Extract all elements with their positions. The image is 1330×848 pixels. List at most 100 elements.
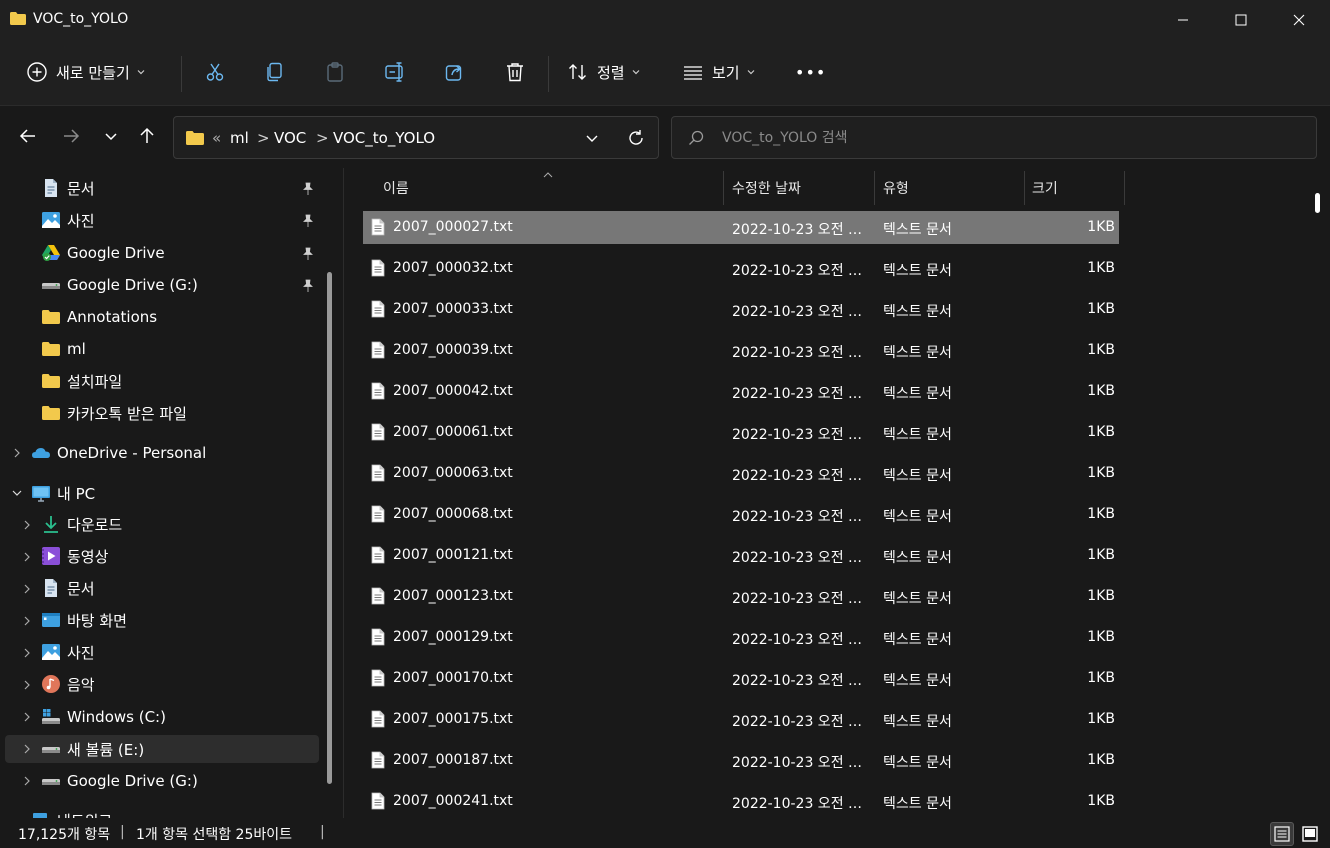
pin-icon[interactable] <box>301 247 315 261</box>
file-date: 2022-10-23 오전 1... <box>732 796 868 812</box>
chevron-right-icon[interactable] <box>21 519 33 531</box>
maximize-button[interactable] <box>1212 0 1270 40</box>
sort-button[interactable]: 정렬 <box>567 52 641 92</box>
back-button[interactable] <box>16 124 40 148</box>
cut-button[interactable] <box>204 52 226 92</box>
large-icons-view-button[interactable] <box>1298 822 1322 846</box>
rename-button[interactable] <box>384 52 406 92</box>
chevron-down-icon <box>632 70 640 75</box>
sidebar-item-google-drive[interactable]: Google Drive <box>41 239 165 267</box>
file-row[interactable]: 2007_000033.txt 2022-10-23 오전 1... 텍스트 문서 1… <box>363 293 1119 326</box>
file-row[interactable]: 2007_000129.txt 2022-10-23 오전 1... 텍스트 문서 1… <box>363 621 1119 654</box>
sidebar-item-kakaotalk-files[interactable]: 카카오톡 받은 파일 <box>41 399 187 427</box>
column-header-date[interactable]: 수정한 날짜 <box>732 171 801 205</box>
file-row[interactable]: 2007_000063.txt 2022-10-23 오전 1... 텍스트 문서 1… <box>363 457 1119 490</box>
file-type: 텍스트 문서 <box>883 468 952 484</box>
column-divider[interactable] <box>1024 171 1025 205</box>
sidebar-item-downloads[interactable]: 다운로드 <box>41 510 122 538</box>
file-row[interactable]: 2007_000068.txt 2022-10-23 오전 1... 텍스트 문서 1… <box>363 498 1119 531</box>
breadcrumb-voc[interactable]: VOC <box>274 129 306 147</box>
file-row[interactable]: 2007_000027.txt 2022-10-23 오전 1... 텍스트 문서 1… <box>363 211 1119 244</box>
sidebar-item-music[interactable]: 음악 <box>41 670 95 698</box>
breadcrumb-overflow[interactable]: « <box>212 129 221 147</box>
sidebar-item-documents[interactable]: 문서 <box>41 174 95 202</box>
sidebar-item-google-drive-g-pc[interactable]: Google Drive (G:) <box>41 767 198 795</box>
file-row[interactable]: 2007_000123.txt 2022-10-23 오전 1... 텍스트 문서 1… <box>363 580 1119 613</box>
details-view-button[interactable] <box>1270 822 1294 846</box>
file-row[interactable]: 2007_000032.txt 2022-10-23 오전 1... 텍스트 문서 1… <box>363 252 1119 285</box>
file-row[interactable]: 2007_000042.txt 2022-10-23 오전 1... 텍스트 문서 1… <box>363 375 1119 408</box>
column-header-name[interactable]: 이름 <box>383 171 409 205</box>
file-row[interactable]: 2007_000241.txt 2022-10-23 오전 1... 텍스트 문서 1… <box>363 785 1119 818</box>
new-button[interactable]: 새로 만들기 <box>26 52 146 92</box>
chevron-down-icon[interactable] <box>11 487 23 499</box>
chevron-right-icon[interactable] <box>21 743 33 755</box>
drive-icon <box>42 747 60 753</box>
sidebar-item-this-pc[interactable]: 내 PC <box>31 479 95 507</box>
sidebar-scrollbar[interactable] <box>327 272 332 784</box>
recent-locations-button[interactable] <box>99 124 123 148</box>
more-options-button[interactable]: ••• <box>795 52 826 92</box>
chevron-right-icon[interactable] <box>21 647 33 659</box>
text-file-icon <box>371 505 385 523</box>
column-divider[interactable] <box>1124 171 1125 205</box>
sidebar-item-label: 사진 <box>67 211 95 230</box>
chevron-down-icon[interactable] <box>584 130 600 146</box>
chevron-down-icon <box>137 70 145 75</box>
refresh-icon[interactable] <box>626 128 646 148</box>
delete-button[interactable] <box>504 52 526 92</box>
chevron-right-icon[interactable] <box>21 711 33 723</box>
column-header-type[interactable]: 유형 <box>883 171 909 205</box>
sidebar-item-windows-c[interactable]: Windows (C:) <box>41 703 166 731</box>
chevron-right-icon[interactable] <box>21 775 33 787</box>
search-box[interactable] <box>671 116 1317 159</box>
file-row[interactable]: 2007_000039.txt 2022-10-23 오전 1... 텍스트 문서 1… <box>363 334 1119 367</box>
sidebar-item-annotations[interactable]: Annotations <box>41 303 157 331</box>
sidebar-item-label: 설치파일 <box>67 372 123 391</box>
up-button[interactable] <box>135 124 159 148</box>
paste-button[interactable] <box>324 52 346 92</box>
pin-icon[interactable] <box>301 214 315 228</box>
chevron-right-icon[interactable] <box>21 583 33 595</box>
column-header-size[interactable]: 크기 <box>1032 171 1058 205</box>
file-row[interactable]: 2007_000187.txt 2022-10-23 오전 1... 텍스트 문서 1… <box>363 744 1119 777</box>
chevron-right-icon[interactable] <box>21 615 33 627</box>
file-name: 2007_000170.txt <box>393 670 513 686</box>
sidebar-item-onedrive[interactable]: OneDrive - Personal <box>31 439 206 467</box>
search-input[interactable] <box>722 127 1222 149</box>
file-date: 2022-10-23 오전 1... <box>732 509 868 525</box>
column-divider[interactable] <box>723 171 724 205</box>
minimize-button[interactable] <box>1154 0 1212 40</box>
breadcrumb-voc-to-yolo[interactable]: VOC_to_YOLO <box>333 129 435 147</box>
pin-icon[interactable] <box>301 182 315 196</box>
sidebar-item-desktop[interactable]: 바탕 화면 <box>41 606 127 634</box>
sidebar-item-network[interactable]: 네트워크 <box>31 806 112 818</box>
view-button[interactable]: 보기 <box>682 52 756 92</box>
sidebar-item-documents-pc[interactable]: 문서 <box>41 574 95 602</box>
download-icon <box>44 516 58 533</box>
sidebar-item-pictures[interactable]: 사진 <box>41 206 95 234</box>
sidebar-item-ml[interactable]: ml <box>41 335 86 363</box>
close-button[interactable] <box>1270 0 1328 40</box>
breadcrumb-ml[interactable]: ml <box>230 129 249 147</box>
sidebar-item-videos[interactable]: 동영상 <box>41 542 108 570</box>
chevron-right-icon[interactable] <box>21 679 33 691</box>
sidebar-item-new-volume-e[interactable]: 새 볼륨 (E:) <box>41 735 144 763</box>
chevron-right-icon[interactable] <box>11 447 23 459</box>
sidebar-item-install-files[interactable]: 설치파일 <box>41 367 122 395</box>
file-row[interactable]: 2007_000061.txt 2022-10-23 오전 1... 텍스트 문서 1… <box>363 416 1119 449</box>
address-bar[interactable]: « ml > VOC > VOC_to_YOLO <box>173 116 659 159</box>
file-row[interactable]: 2007_000121.txt 2022-10-23 오전 1... 텍스트 문서 1… <box>363 539 1119 572</box>
pin-icon[interactable] <box>301 279 315 293</box>
file-row[interactable]: 2007_000170.txt 2022-10-23 오전 1... 텍스트 문서 1… <box>363 662 1119 695</box>
sidebar-item-pictures-pc[interactable]: 사진 <box>41 638 95 666</box>
share-button[interactable] <box>444 52 466 92</box>
file-list-scrollbar[interactable] <box>1315 193 1320 213</box>
file-row[interactable]: 2007_000175.txt 2022-10-23 오전 1... 텍스트 문서 1… <box>363 703 1119 736</box>
chevron-right-icon[interactable] <box>21 551 33 563</box>
sidebar-item-google-drive-g[interactable]: Google Drive (G:) <box>41 271 198 299</box>
column-divider[interactable] <box>874 171 875 205</box>
sidebar-item-label: 카카오톡 받은 파일 <box>67 404 187 423</box>
copy-button[interactable] <box>264 52 286 92</box>
forward-button[interactable] <box>59 124 83 148</box>
